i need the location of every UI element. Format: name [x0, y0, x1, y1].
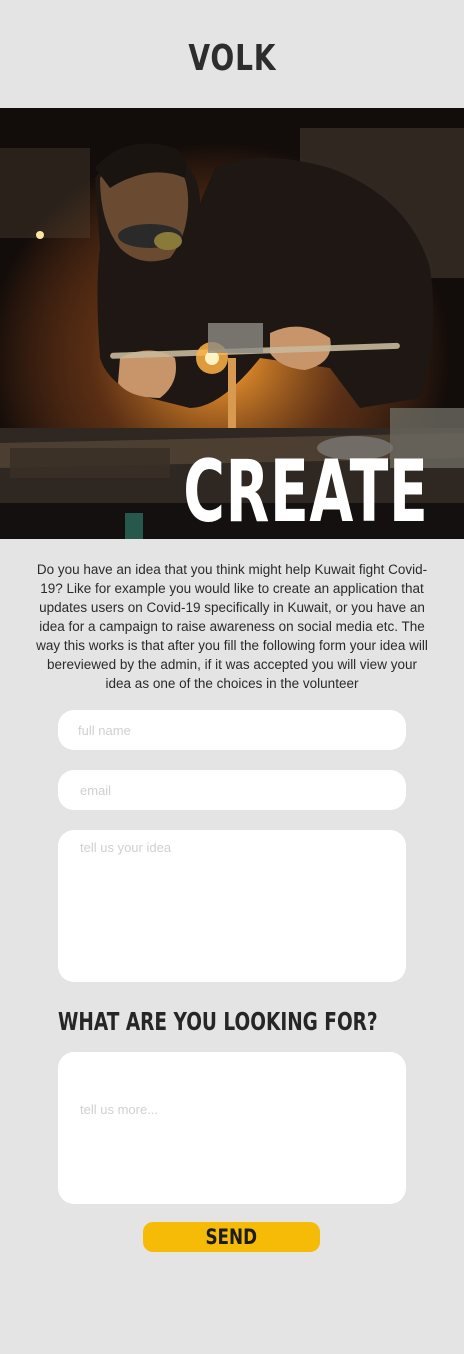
email-input[interactable]	[58, 770, 406, 810]
full-name-input[interactable]	[58, 710, 406, 750]
idea-textarea[interactable]	[58, 830, 406, 982]
hero-title: CREATE	[182, 442, 428, 539]
page: VOLK CREATE Do you have an idea that you…	[0, 0, 464, 1354]
hero-banner: CREATE	[0, 108, 464, 539]
section-title: WHAT ARE YOU LOOKING FOR?	[58, 1007, 378, 1036]
intro-text: Do you have an idea that you think might…	[36, 562, 428, 691]
site-header: VOLK	[0, 0, 464, 108]
send-button[interactable]: SEND	[143, 1222, 320, 1252]
send-button-label: SEND	[205, 1225, 258, 1249]
details-textarea[interactable]	[58, 1052, 406, 1204]
brand-logo[interactable]: VOLK	[188, 38, 276, 79]
